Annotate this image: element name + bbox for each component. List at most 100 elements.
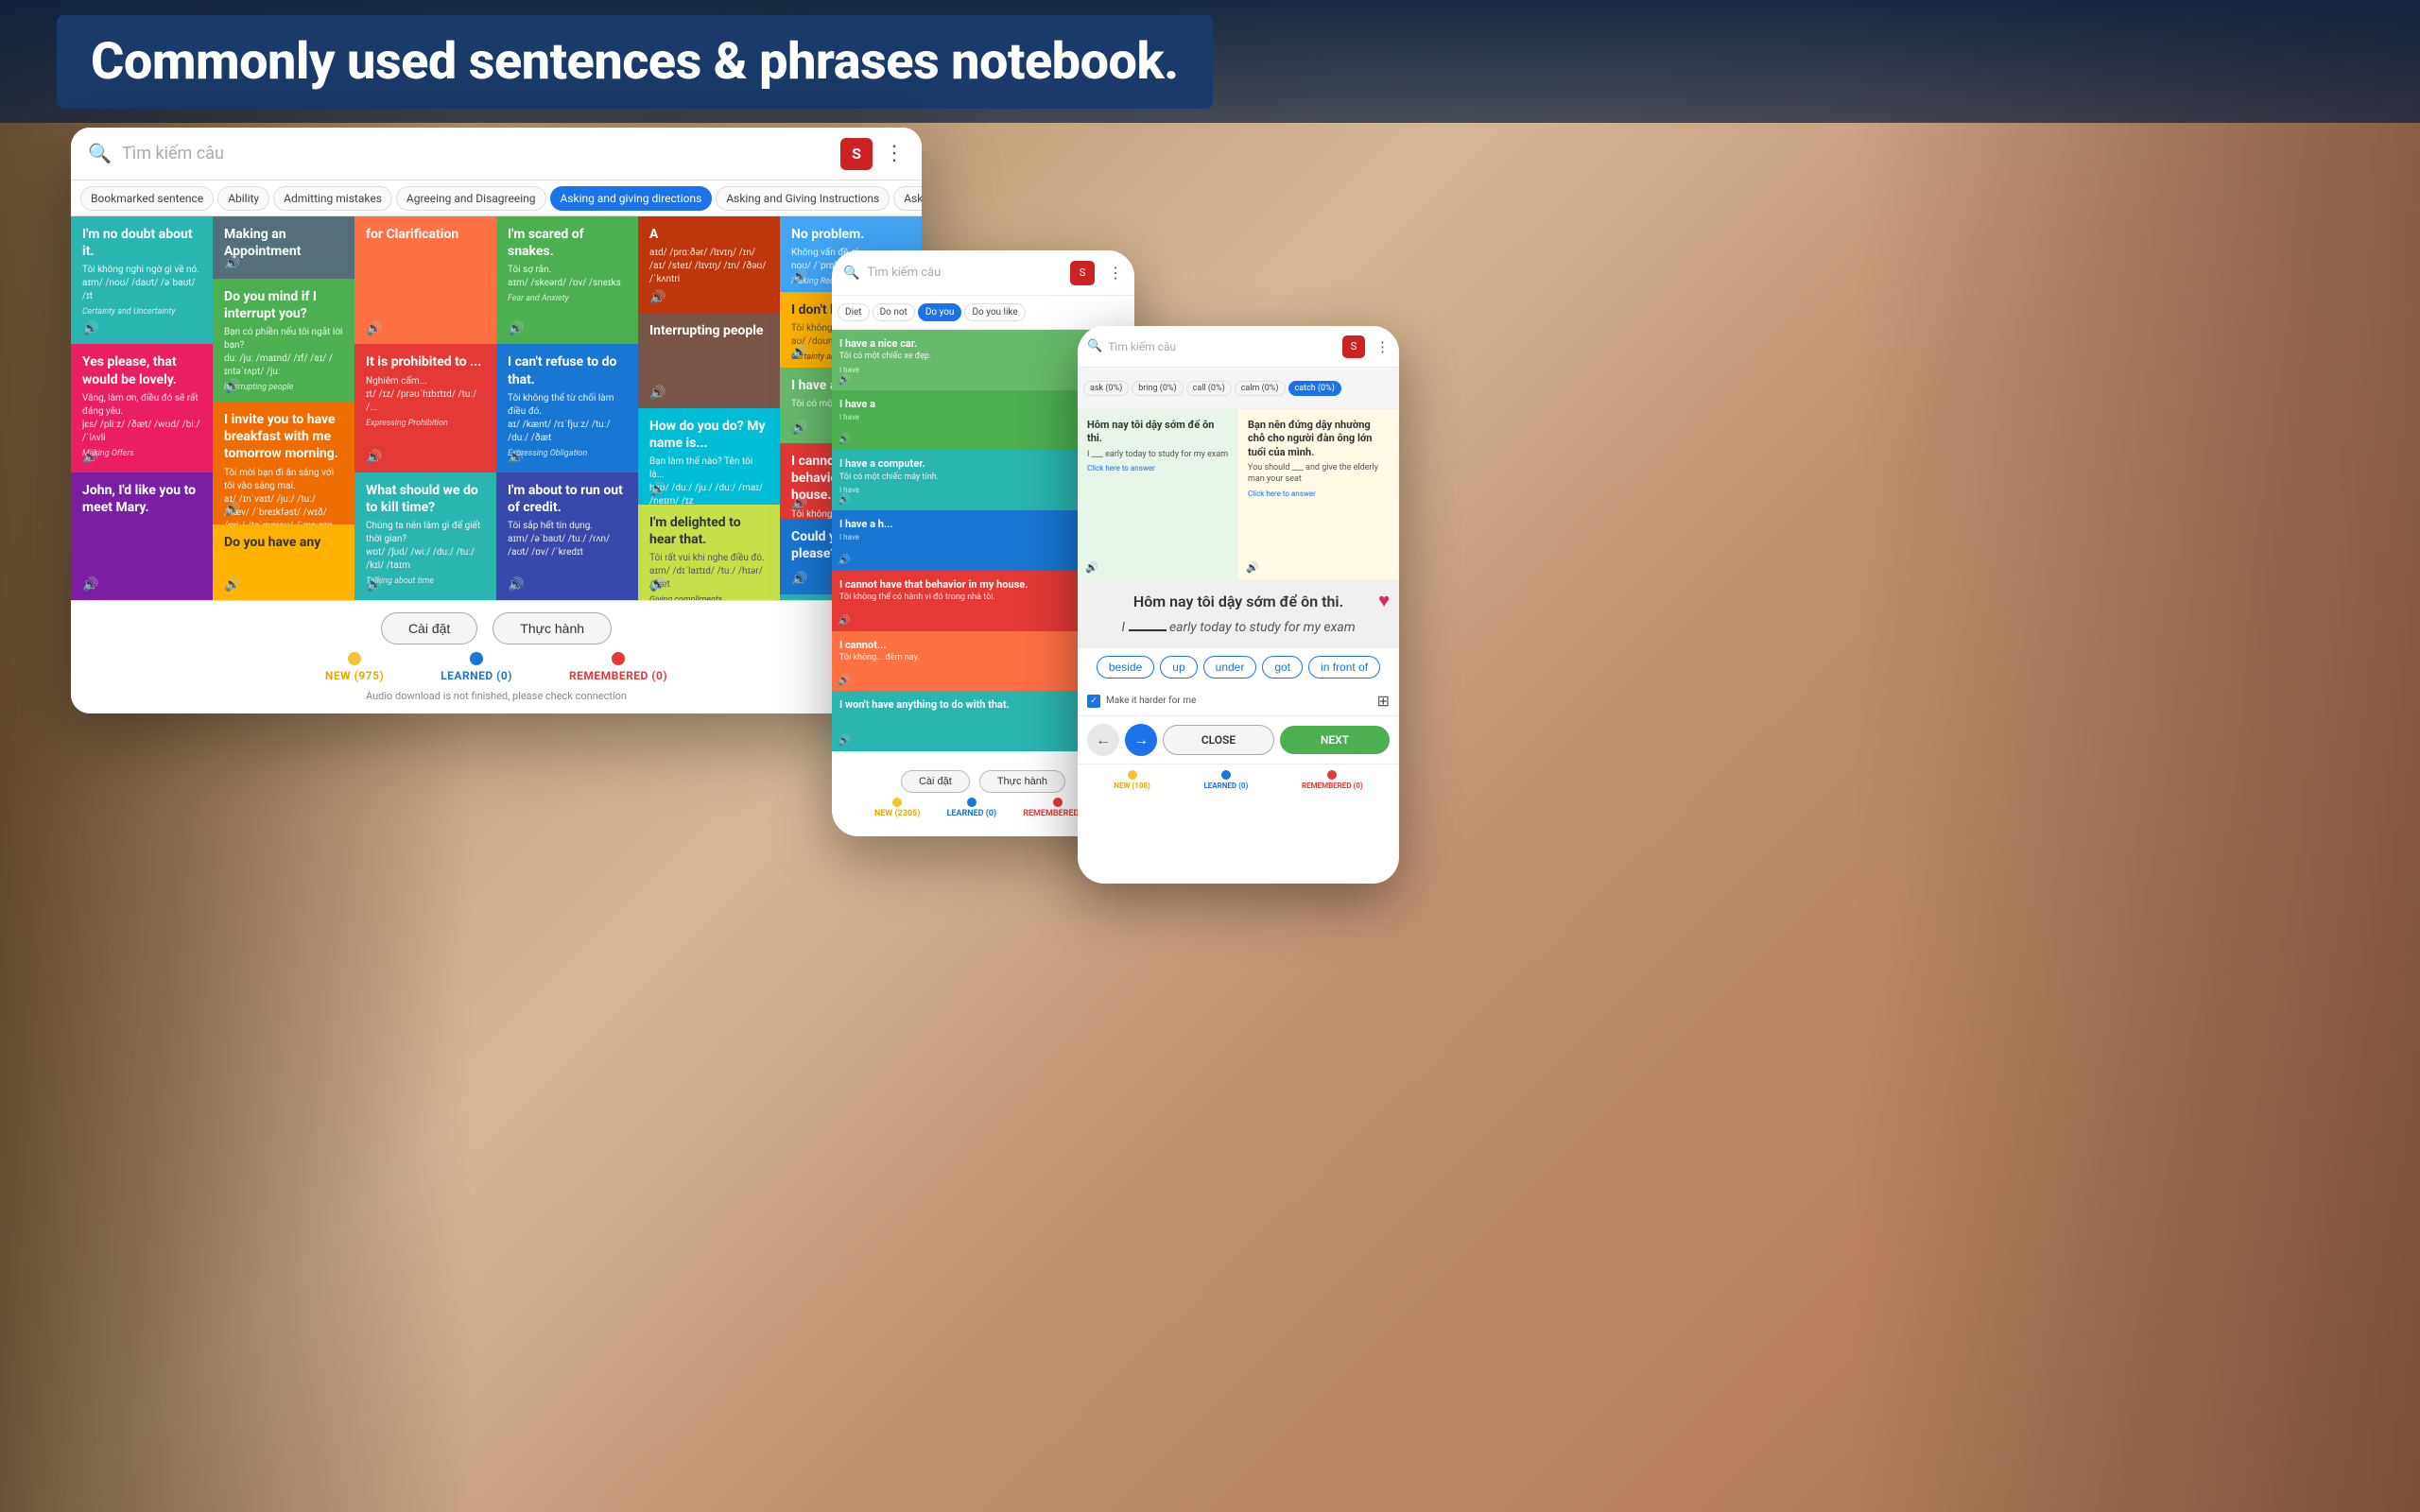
phone2-card-right-sound[interactable]: 🔊 <box>1246 561 1259 574</box>
card-john[interactable]: John, I'd like you to meet Mary. 🔊 <box>71 472 213 600</box>
card-invite[interactable]: I invite you to have breakfast with me t… <box>213 402 354 524</box>
tab-permission[interactable]: Asking and Giving Permission <box>893 186 922 211</box>
sound-icon[interactable]: 🔊 <box>508 577 524 593</box>
phone2-stat-remembered: REMEMBERED (0) <box>1302 770 1363 790</box>
card-interrupt[interactable]: Do you mind if I interrupt you? Bạn có p… <box>213 279 354 402</box>
sound-icon[interactable]: 🔊 <box>838 614 851 627</box>
card-yes-please[interactable]: Yes please, that would be lovely. Vâng, … <box>71 344 213 472</box>
sound-icon[interactable]: 🔊 <box>224 577 240 593</box>
phone2-tab-bring[interactable]: bring (0%) <box>1132 381 1183 396</box>
sound-icon[interactable]: 🔊 <box>649 290 666 305</box>
phone2-word-beside[interactable]: beside <box>1097 656 1154 679</box>
phone1-tab-diet[interactable]: Diet <box>838 303 870 321</box>
phone2-card-left-sound[interactable]: 🔊 <box>1085 561 1098 574</box>
stat-remembered: REMEMBERED (0) <box>569 652 667 682</box>
phone2-dots-icon[interactable]: ⋮ <box>1375 338 1390 355</box>
card-scared[interactable]: I'm scared of snakes. Tôi sợ rắn. aɪm/ /… <box>496 216 638 344</box>
menu-dots-icon[interactable]: ⋮ <box>884 142 905 165</box>
card-interrupting[interactable]: Interrupting people 🔊 <box>638 313 780 409</box>
practice-button[interactable]: Thực hành <box>493 612 612 644</box>
card-refuse[interactable]: I can't refuse to do that. Tôi không thể… <box>496 344 638 472</box>
card-appointment[interactable]: Making an Appointment 🔊 <box>213 216 354 279</box>
tab-directions[interactable]: Asking and giving directions <box>550 186 713 211</box>
phone1-tab-donot[interactable]: Do not <box>873 303 915 321</box>
sound-icon[interactable]: 🔊 <box>366 450 382 465</box>
sound-icon[interactable]: 🔊 <box>649 386 666 401</box>
sound-icon[interactable]: 🔊 <box>224 379 240 394</box>
phone2-search-input[interactable]: Tìm kiếm câu <box>1108 340 1337 353</box>
sound-icon[interactable]: 🔊 <box>82 450 98 465</box>
phone2-harder-checkbox[interactable]: ✓ <box>1087 695 1100 708</box>
phone2-close-button[interactable]: CLOSE <box>1163 725 1274 755</box>
card-do-you-have[interactable]: Do you have any 🔊 <box>213 524 354 600</box>
sound-icon[interactable]: 🔊 <box>82 321 98 336</box>
sound-icon[interactable]: 🔊 <box>791 269 807 284</box>
phone2-word-in-front-of[interactable]: in front of <box>1308 656 1380 679</box>
phone2-tab-call[interactable]: call (0%) <box>1186 381 1232 396</box>
sound-icon[interactable]: 🔊 <box>366 577 382 593</box>
card-run-out[interactable]: I'm about to run out of credit. Tôi sắp … <box>496 472 638 600</box>
card-sub: Chúng ta nên làm gì để giết thời gian? <box>366 520 485 546</box>
phone2-card-right-title: Bạn nên đứng dậy nhường chỗ cho người đà… <box>1248 419 1390 459</box>
stat-learned-dot <box>470 652 483 665</box>
card-kill-time[interactable]: What should we do to kill time? Chúng ta… <box>354 472 496 600</box>
card-no-doubt[interactable]: I'm no doubt about it. Tôi không nghi ng… <box>71 216 213 344</box>
phone2-word-got[interactable]: got <box>1262 656 1303 679</box>
phone1-search-input[interactable]: Tìm kiếm câu <box>867 266 1063 280</box>
phone2-card-right[interactable]: Bạn nên đứng dậy nhường chỗ cho người đà… <box>1238 409 1399 579</box>
sound-icon[interactable]: 🔊 <box>649 482 666 497</box>
sound-icon[interactable]: 🔊 <box>791 345 807 360</box>
sound-icon[interactable]: 🔊 <box>366 321 382 336</box>
phone2-tab-calm[interactable]: calm (0%) <box>1235 381 1286 396</box>
tab-instructions[interactable]: Asking and Giving Instructions <box>716 186 890 211</box>
sound-icon[interactable]: 🔊 <box>838 493 851 506</box>
search-input[interactable]: Tìm kiếm câu <box>122 144 831 163</box>
phone2-card-left[interactable]: Hôm nay tôi dậy sớm để ôn thi. I ___ ear… <box>1078 409 1238 579</box>
phone2-next-button[interactable]: NEXT <box>1280 726 1390 754</box>
phone1-tab-doyou[interactable]: Do you <box>918 303 962 321</box>
phone2-tab-ask[interactable]: ask (0%) <box>1083 381 1129 396</box>
card-delighted[interactable]: I'm delighted to hear that. Tôi rất vui … <box>638 505 780 601</box>
phone2-word-up[interactable]: up <box>1160 656 1197 679</box>
sound-icon[interactable]: 🔊 <box>82 577 98 593</box>
phone1-category-tabs: Diet Do not Do you Do you like <box>832 296 1134 330</box>
sound-icon[interactable]: 🔊 <box>838 674 851 686</box>
sound-icon[interactable]: 🔊 <box>508 321 524 336</box>
sound-icon[interactable]: 🔊 <box>508 450 524 465</box>
tab-agreeing[interactable]: Agreeing and Disagreeing <box>396 186 546 211</box>
phone2-grid-icon[interactable]: ⊞ <box>1377 692 1390 710</box>
card-a-label[interactable]: A aɪd/ /prɑːðər/ /lɪvɪŋ/ /ɪn/ /aɪ/ /steɪ… <box>638 216 780 313</box>
sound-icon[interactable]: 🔊 <box>791 496 807 511</box>
sound-icon[interactable]: 🔊 <box>838 433 851 445</box>
sound-icon[interactable]: 🔊 <box>838 554 851 566</box>
phone2-card-left-link[interactable]: Click here to answer <box>1087 464 1229 472</box>
sound-icon[interactable]: 🔊 <box>224 502 240 517</box>
card-how-do-you[interactable]: How do you do? My name is... Bạn làm thế… <box>638 408 780 505</box>
phone2-controls: ← → CLOSE NEXT <box>1078 715 1399 764</box>
phone1-setup-button[interactable]: Cài đặt <box>901 770 970 793</box>
sound-icon[interactable]: 🔊 <box>791 572 807 587</box>
sound-icon[interactable]: 🔊 <box>649 577 666 593</box>
tab-ability[interactable]: Ability <box>217 186 269 211</box>
phone2-word-under[interactable]: under <box>1203 656 1257 679</box>
phone2-header: 🔍 Tìm kiếm câu S ⋮ <box>1078 326 1399 368</box>
sound-icon[interactable]: 🔊 <box>224 256 240 271</box>
setup-button[interactable]: Cài đặt <box>381 612 477 644</box>
sound-icon[interactable]: 🔊 <box>791 421 807 436</box>
card-clarification[interactable]: for Clarification 🔊 <box>354 216 496 344</box>
phone1-dots-icon[interactable]: ⋮ <box>1108 264 1123 282</box>
card-prohibited[interactable]: It is prohibited to ... Nghiêm cấm... ɪt… <box>354 344 496 472</box>
phone1-practice-button[interactable]: Thực hành <box>979 770 1065 793</box>
phone2-arrow-left-button[interactable]: ← <box>1087 724 1119 756</box>
phone2-card-right-link[interactable]: Click here to answer <box>1248 490 1390 498</box>
tab-bookmarked[interactable]: Bookmarked sentence <box>80 186 214 211</box>
sound-icon[interactable]: 🔊 <box>838 373 851 386</box>
phone2-card-right-sub: You should ___ and give the elderly man … <box>1248 462 1390 486</box>
phone2-heart-icon[interactable]: ♥ <box>1378 589 1390 612</box>
tab-admitting[interactable]: Admitting mistakes <box>273 186 392 211</box>
phone2-arrow-right-button[interactable]: → <box>1125 724 1157 756</box>
sound-icon[interactable]: 🔊 <box>838 734 851 747</box>
phone2-tab-catch[interactable]: catch (0%) <box>1288 381 1341 396</box>
phone1-tab-doyoulike[interactable]: Do you like <box>964 303 1025 321</box>
card-tag: Making Offers <box>82 449 201 458</box>
